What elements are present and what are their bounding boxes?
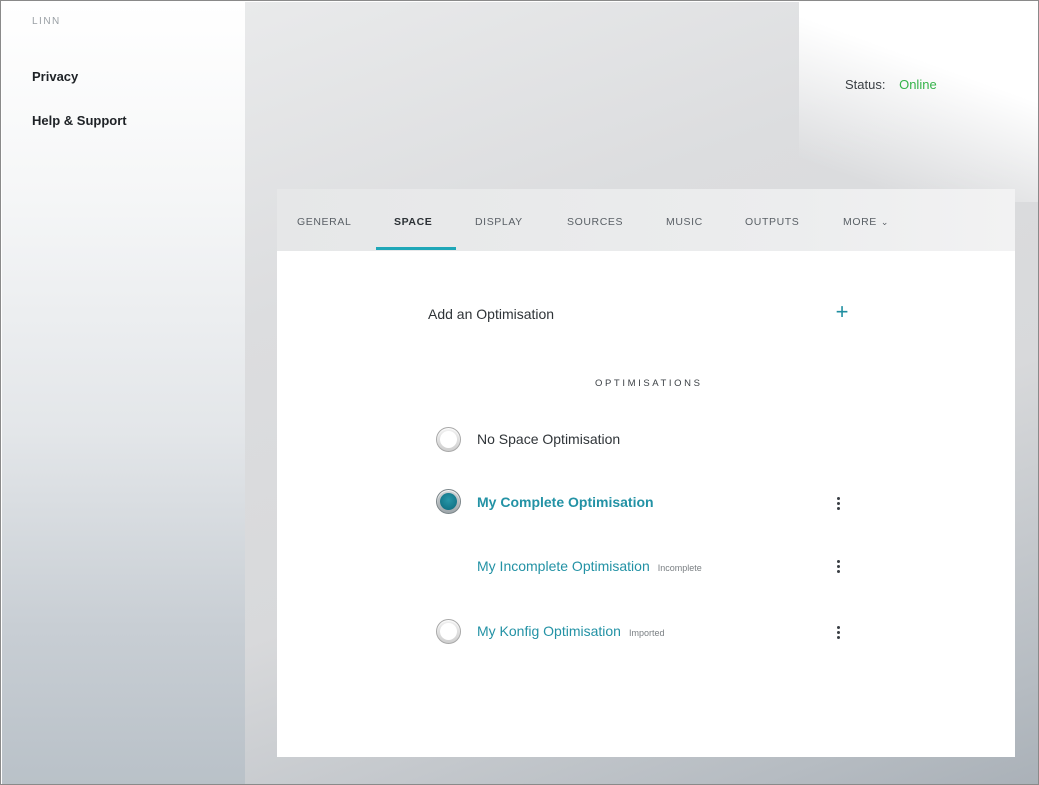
optimisation-name: No Space Optimisation [477, 431, 621, 447]
optimisations-heading: OPTIMISATIONS [595, 378, 703, 389]
app-window: LINN Privacy Help & Support Status: Onli… [0, 0, 1039, 785]
settings-tab-bar: GENERAL SPACE DISPLAY SOURCES MUSIC OUTP… [277, 189, 1015, 251]
tab-display[interactable]: DISPLAY [475, 216, 523, 228]
chevron-down-icon: ⌄ [880, 217, 890, 227]
device-status: Status: Online [845, 77, 937, 92]
status-value: Online [899, 77, 937, 92]
tab-more-label: MORE [843, 216, 877, 228]
tab-more[interactable]: MORE ⌄ [843, 216, 889, 228]
add-optimisation-button[interactable]: + [831, 299, 853, 325]
more-options-icon[interactable] [835, 559, 843, 575]
status-label: Status: [845, 77, 886, 92]
more-options-icon[interactable] [835, 625, 843, 641]
radio-my-complete-optimisation[interactable] [436, 489, 461, 514]
active-tab-indicator [376, 247, 456, 250]
status-badge: Imported [628, 628, 665, 638]
optimisation-name[interactable]: My Incomplete Optimisation Incomplete [477, 558, 702, 574]
tab-general[interactable]: GENERAL [297, 216, 351, 228]
sidebar: LINN Privacy Help & Support [2, 2, 245, 784]
more-options-icon[interactable] [835, 496, 843, 512]
tab-music[interactable]: MUSIC [666, 216, 703, 228]
add-optimisation-label: Add an Optimisation [428, 306, 555, 322]
radio-no-space-optimisation[interactable] [436, 427, 461, 452]
optimisation-name[interactable]: My Complete Optimisation [477, 494, 654, 510]
sidebar-link-privacy[interactable]: Privacy [32, 69, 78, 84]
radio-my-konfig-optimisation[interactable] [436, 619, 461, 644]
status-badge: Incomplete [657, 563, 702, 573]
tab-space[interactable]: SPACE [394, 216, 432, 228]
brand-logo: LINN [32, 16, 61, 27]
optimisation-name[interactable]: My Konfig Optimisation Imported [477, 623, 664, 639]
tab-outputs[interactable]: OUTPUTS [745, 216, 799, 228]
sidebar-link-help-support[interactable]: Help & Support [32, 113, 127, 128]
tab-sources[interactable]: SOURCES [567, 216, 623, 228]
